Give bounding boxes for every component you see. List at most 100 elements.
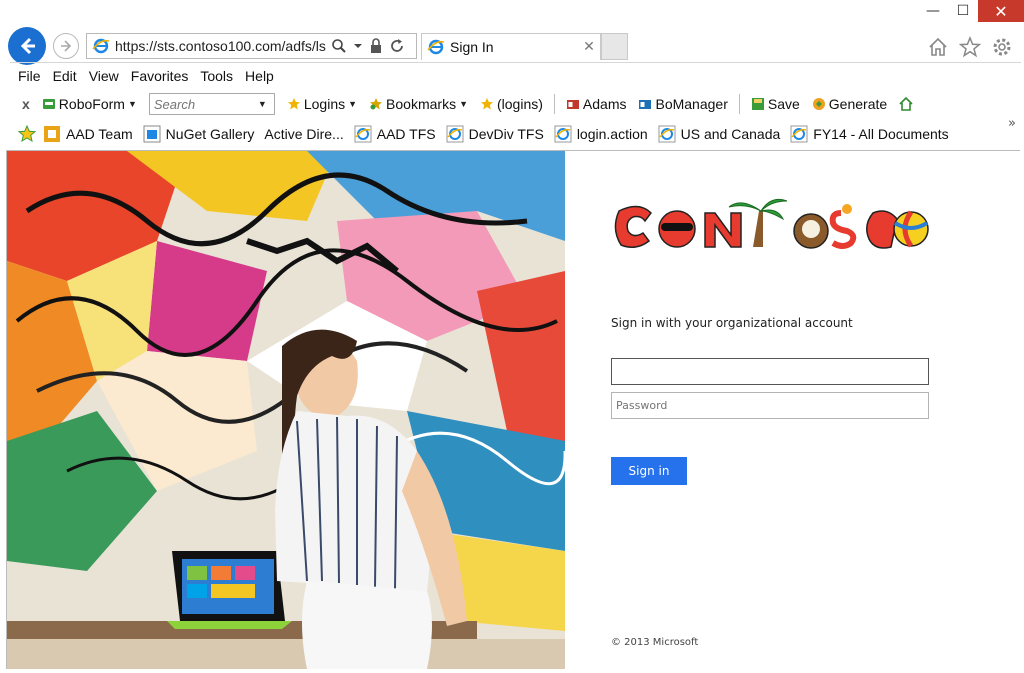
favorites-bar: AAD Team NuGet Gallery Active Dire... AA… bbox=[18, 121, 952, 147]
sign-in-panel: Sign in with your organizational account… bbox=[565, 151, 1021, 669]
menu-view[interactable]: View bbox=[83, 66, 125, 86]
roboform-close-button[interactable]: x bbox=[18, 96, 34, 112]
roboform-toolbar: x RoboForm ▼ ▼ Logins ▼ Bookmarks ▼ (log… bbox=[18, 92, 917, 116]
generate-button[interactable]: Generate bbox=[808, 96, 891, 112]
favorite-label: FY14 - All Documents bbox=[813, 126, 949, 142]
hero-image bbox=[7, 151, 565, 669]
generate-icon bbox=[812, 98, 825, 110]
menu-edit[interactable]: Edit bbox=[47, 66, 83, 86]
password-input[interactable] bbox=[612, 393, 928, 418]
nuget-icon bbox=[143, 125, 161, 143]
graffiti-illustration bbox=[7, 151, 565, 669]
favorite-label: Active Dire... bbox=[264, 126, 344, 142]
page-content: Sign in with your organizational account… bbox=[6, 151, 1021, 669]
favorite-aad-team[interactable]: AAD Team bbox=[40, 125, 136, 143]
ie-page-icon bbox=[446, 125, 464, 143]
tab-sign-in[interactable]: Sign In ✕ bbox=[421, 33, 601, 60]
url-text[interactable]: https://sts.contoso100.com/adfs/ls bbox=[115, 38, 327, 54]
home-button[interactable] bbox=[926, 35, 950, 59]
favorite-login-action[interactable]: login.action bbox=[551, 125, 651, 143]
tab-close-button[interactable]: ✕ bbox=[578, 39, 600, 55]
favorite-fy14-documents[interactable]: FY14 - All Documents bbox=[787, 125, 951, 143]
settings-button[interactable] bbox=[990, 35, 1014, 59]
home-icon bbox=[899, 97, 913, 111]
favorite-label: DevDiv TFS bbox=[468, 126, 544, 142]
save-button[interactable]: Save bbox=[747, 96, 804, 112]
menu-help[interactable]: Help bbox=[239, 66, 280, 86]
menu-file[interactable]: File bbox=[12, 66, 47, 86]
roboform-home-button[interactable] bbox=[895, 97, 917, 111]
address-tools bbox=[331, 38, 405, 54]
ie-page-icon bbox=[790, 125, 808, 143]
bomanager-identity-button[interactable]: BoManager bbox=[634, 96, 731, 112]
logins-alt-button[interactable]: (logins) bbox=[476, 96, 547, 112]
bomanager-label: BoManager bbox=[655, 96, 728, 112]
tab-title: Sign In bbox=[450, 39, 494, 55]
ie-page-icon bbox=[354, 125, 372, 143]
search-icon[interactable] bbox=[331, 38, 347, 54]
logins-label: Logins bbox=[303, 96, 346, 112]
favorites-overflow-button[interactable]: » bbox=[1008, 116, 1016, 131]
toolbar-divider bbox=[10, 62, 1021, 63]
password-field[interactable] bbox=[611, 392, 929, 419]
contoso-logo bbox=[614, 198, 929, 249]
dropdown-caret-icon[interactable] bbox=[353, 41, 363, 51]
favorite-label: login.action bbox=[576, 126, 648, 142]
home-icon bbox=[929, 37, 947, 56]
star-login-icon bbox=[481, 98, 493, 110]
refresh-icon[interactable] bbox=[389, 38, 405, 54]
bookmarks-button[interactable]: Bookmarks ▼ bbox=[365, 96, 472, 112]
menu-tools[interactable]: Tools bbox=[194, 66, 239, 86]
username-field[interactable] bbox=[611, 358, 929, 385]
browser-tools bbox=[926, 35, 1014, 59]
window-controls: — ☐ ✕ bbox=[918, 0, 1024, 26]
star-icon bbox=[959, 36, 981, 58]
logins-alt-label: (logins) bbox=[497, 96, 543, 112]
add-favorite-star-icon[interactable] bbox=[18, 125, 36, 143]
chevron-down-icon: ▼ bbox=[348, 99, 358, 109]
username-input[interactable] bbox=[612, 359, 928, 384]
address-bar[interactable]: https://sts.contoso100.com/adfs/ls bbox=[86, 33, 417, 59]
logins-button[interactable]: Logins ▼ bbox=[283, 96, 361, 112]
back-button[interactable] bbox=[8, 27, 46, 65]
chevron-down-icon: ▼ bbox=[459, 99, 468, 109]
roboform-search-input[interactable] bbox=[149, 95, 258, 113]
save-label: Save bbox=[767, 96, 800, 112]
bookmarks-label: Bookmarks bbox=[386, 96, 457, 112]
forward-arrow-icon bbox=[61, 40, 72, 52]
identity-card-icon bbox=[566, 100, 579, 109]
search-dropdown-icon[interactable]: ▼ bbox=[258, 99, 267, 109]
toolbar-separator bbox=[553, 94, 555, 114]
forward-button[interactable] bbox=[53, 33, 79, 59]
generate-label: Generate bbox=[828, 96, 888, 112]
favorite-aad-tfs[interactable]: AAD TFS bbox=[351, 125, 439, 143]
sign-in-button[interactable]: Sign in bbox=[611, 457, 687, 485]
back-arrow-icon bbox=[20, 37, 35, 55]
adams-identity-button[interactable]: Adams bbox=[562, 96, 631, 112]
ie-page-icon bbox=[554, 125, 572, 143]
save-icon bbox=[751, 98, 764, 110]
close-window-button[interactable]: ✕ bbox=[978, 0, 1024, 22]
roboform-menu-button[interactable]: RoboForm ▼ bbox=[38, 96, 141, 112]
favorite-us-and-canada[interactable]: US and Canada bbox=[655, 125, 784, 143]
favorite-nuget-gallery[interactable]: NuGet Gallery bbox=[140, 125, 258, 143]
menu-bar: File Edit View Favorites Tools Help bbox=[12, 66, 280, 86]
navigation-bar: https://sts.contoso100.com/adfs/ls Sign … bbox=[0, 25, 1024, 65]
roboform-search[interactable]: ▼ bbox=[148, 93, 275, 115]
favorite-devdiv-tfs[interactable]: DevDiv TFS bbox=[443, 125, 547, 143]
new-tab-button[interactable] bbox=[601, 33, 628, 60]
menu-favorites[interactable]: Favorites bbox=[125, 66, 195, 86]
favorite-active-directory[interactable]: Active Dire... bbox=[261, 126, 346, 142]
lock-icon[interactable] bbox=[369, 38, 383, 54]
favorites-button[interactable] bbox=[958, 35, 982, 59]
gear-icon bbox=[993, 38, 1011, 56]
roboform-label: RoboForm bbox=[58, 96, 125, 112]
bookmarks-icon bbox=[370, 98, 383, 110]
roboform-icon bbox=[42, 99, 55, 109]
minimize-button[interactable]: — bbox=[918, 0, 948, 22]
adams-label: Adams bbox=[582, 96, 627, 112]
ie-page-icon bbox=[658, 125, 676, 143]
favorite-label: AAD TFS bbox=[376, 126, 436, 142]
maximize-button[interactable]: ☐ bbox=[948, 0, 978, 22]
favorite-label: AAD Team bbox=[66, 126, 133, 142]
